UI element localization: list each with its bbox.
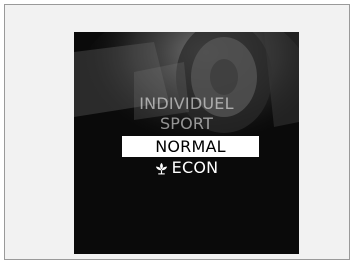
figure-frame: INDIVIDUEL SPORT NORMAL ECON bbox=[4, 4, 350, 260]
mode-individuel-label: INDIVIDUEL bbox=[139, 94, 234, 113]
mode-econ-label: ECON bbox=[171, 158, 219, 177]
drive-mode-screen: INDIVIDUEL SPORT NORMAL ECON bbox=[74, 32, 299, 254]
mode-sport-label: SPORT bbox=[159, 114, 214, 133]
mode-individuel[interactable]: INDIVIDUEL bbox=[74, 94, 299, 114]
mode-sport[interactable]: SPORT bbox=[74, 114, 299, 134]
mode-normal-selected[interactable]: NORMAL bbox=[122, 136, 259, 157]
mode-econ[interactable]: ECON bbox=[74, 158, 299, 178]
leaf-icon bbox=[155, 162, 167, 174]
mode-normal-label: NORMAL bbox=[155, 137, 226, 156]
